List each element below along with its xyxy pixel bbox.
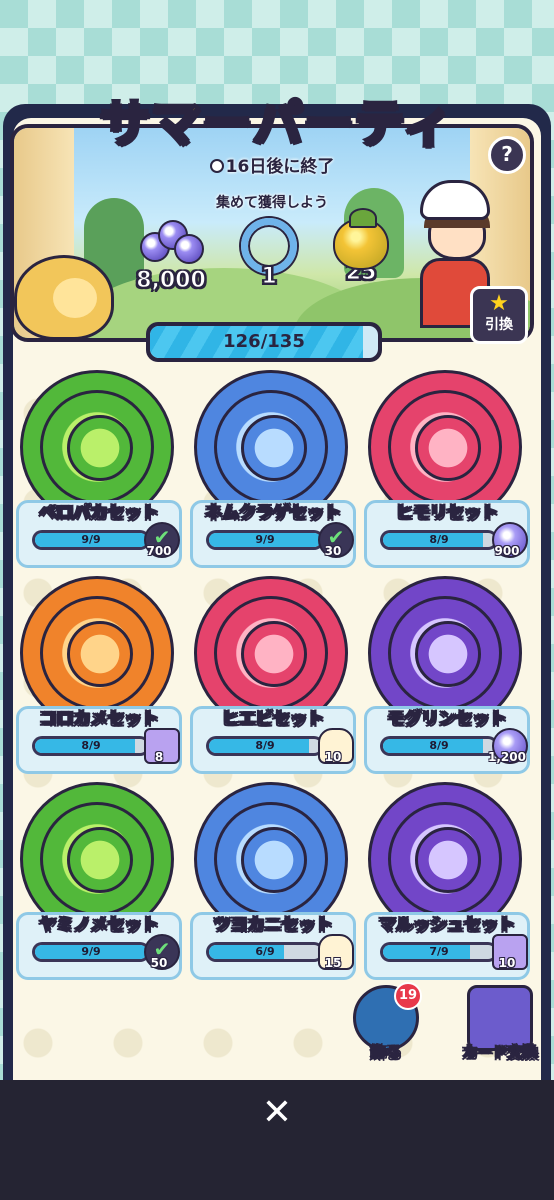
set-reward-value: 900 bbox=[494, 544, 520, 558]
set-progress-bar: 6/9 bbox=[206, 942, 324, 962]
character-portrait bbox=[214, 596, 328, 710]
notification-badge: 19 bbox=[394, 982, 422, 1010]
set-name: ネムクラゲセット bbox=[205, 503, 342, 524]
set-progress-bar: 8/9 bbox=[206, 736, 324, 756]
set-progress-bar: 7/9 bbox=[380, 942, 498, 962]
set-card[interactable]: モグリンセット 8/9 1,200 bbox=[364, 576, 530, 774]
reward-gems: 8,000 bbox=[116, 218, 226, 294]
set-progress-text: 6/9 bbox=[255, 945, 275, 958]
gem-icon bbox=[136, 218, 206, 278]
character-portrait bbox=[214, 390, 328, 504]
card-exchange-label: カード交換 bbox=[462, 1043, 538, 1062]
set-card[interactable]: ヒモリセット 8/9 900 bbox=[364, 370, 530, 568]
set-progress-text: 9/9 bbox=[81, 533, 101, 546]
star-icon: ★ bbox=[489, 291, 509, 316]
set-reward-value: 8 bbox=[154, 750, 164, 764]
set-progress-text: 8/9 bbox=[81, 739, 101, 752]
set-name: コロカメセット bbox=[39, 709, 159, 730]
set-progress-text: 7/9 bbox=[429, 945, 449, 958]
set-progress-text: 9/9 bbox=[255, 533, 275, 546]
set-reward-value: 30 bbox=[324, 544, 342, 558]
character-portrait bbox=[40, 802, 154, 916]
mascot-character bbox=[14, 255, 114, 340]
clock-icon bbox=[209, 159, 224, 173]
event-title: サマーパーティ bbox=[99, 93, 455, 154]
set-reward-value: 10 bbox=[498, 956, 516, 970]
progress-text: 126/135 bbox=[223, 331, 305, 352]
set-progress-text: 8/9 bbox=[255, 739, 275, 752]
card-exchange-button[interactable]: カード交換 bbox=[450, 985, 550, 1075]
set-name: モグリンセット bbox=[387, 709, 507, 730]
set-progress-text: 9/9 bbox=[81, 945, 101, 958]
set-reward-value: 50 bbox=[150, 956, 168, 970]
set-name: ヒエビセット bbox=[222, 709, 325, 730]
set-progress-text: 8/9 bbox=[429, 739, 449, 752]
set-progress-text: 8/9 bbox=[429, 533, 449, 546]
decorate-button[interactable]: 19 飾る bbox=[346, 982, 426, 1075]
set-reward-value: 10 bbox=[324, 750, 342, 764]
set-card[interactable]: ネムクラゲセット 9/9 30 bbox=[190, 370, 356, 568]
set-card[interactable]: マルッシュセット 7/9 10 bbox=[364, 782, 530, 980]
character-portrait bbox=[40, 596, 154, 710]
character-portrait bbox=[388, 802, 502, 916]
character-portrait bbox=[388, 596, 502, 710]
exchange-label: 引換 bbox=[485, 317, 513, 333]
character-portrait bbox=[40, 390, 154, 504]
decorate-label: 飾る bbox=[370, 1043, 401, 1062]
set-progress-bar: 8/9 bbox=[380, 736, 498, 756]
set-card[interactable]: ヒエビセット 8/9 10 bbox=[190, 576, 356, 774]
set-progress-bar: 8/9 bbox=[380, 530, 498, 550]
set-progress-bar: 8/9 bbox=[32, 736, 150, 756]
exchange-button[interactable]: ★ 引換 bbox=[470, 286, 528, 344]
set-name: ツヨカニセット bbox=[213, 915, 333, 936]
help-button[interactable]: ? bbox=[488, 136, 526, 174]
set-reward-value: 700 bbox=[146, 544, 172, 558]
set-card[interactable]: コロカメセット 8/9 8 bbox=[16, 576, 182, 774]
set-reward-value: 1,200 bbox=[488, 750, 526, 764]
set-progress-bar: 9/9 bbox=[32, 942, 150, 962]
set-progress-bar: 9/9 bbox=[32, 530, 150, 550]
set-card[interactable]: ペロパカセット 9/9 700 bbox=[16, 370, 182, 568]
set-card[interactable]: ツヨカニセット 6/9 15 bbox=[190, 782, 356, 980]
set-reward-value: 15 bbox=[324, 956, 342, 970]
character-portrait bbox=[214, 802, 328, 916]
set-name: ヤミノメセット bbox=[39, 915, 159, 936]
timer-text: 16日後に終了 bbox=[225, 157, 335, 177]
character-portrait bbox=[388, 390, 502, 504]
fruit-icon bbox=[333, 208, 389, 270]
set-name: ペロパカセット bbox=[39, 503, 159, 524]
set-progress-bar: 9/9 bbox=[206, 530, 324, 550]
set-name: ヒモリセット bbox=[396, 503, 499, 524]
event-timer: 16日後に終了 bbox=[14, 152, 530, 177]
set-card[interactable]: ヤミノメセット 9/9 50 bbox=[16, 782, 182, 980]
set-name: マルッシュセット bbox=[379, 915, 516, 936]
close-button[interactable]: ✕ bbox=[257, 1093, 297, 1133]
event-progress-bar: 126/135 bbox=[146, 322, 382, 362]
